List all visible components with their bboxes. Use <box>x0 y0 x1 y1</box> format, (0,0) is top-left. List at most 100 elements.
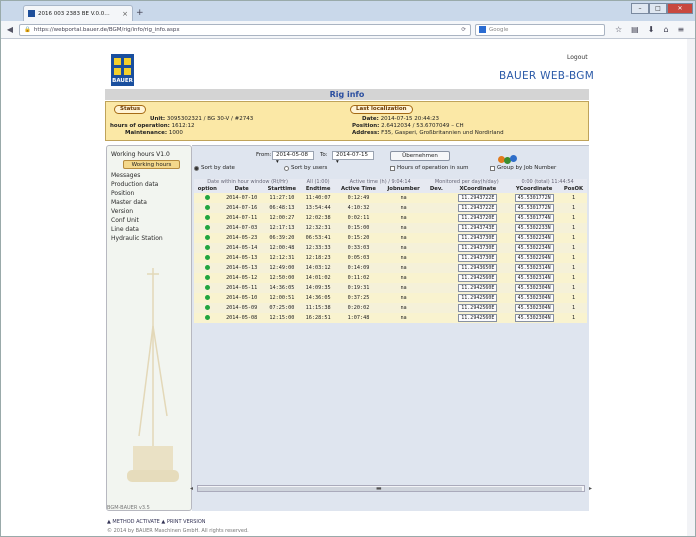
home-icon[interactable]: ⌂ <box>663 25 668 34</box>
from-date-select[interactable]: 2014-05-08 ▾ <box>272 151 314 165</box>
column-header[interactable]: Endtime <box>301 185 336 193</box>
y-coordinate-button[interactable]: 45.5301772N <box>514 204 554 212</box>
y-coordinate-button[interactable]: 45.5301772N <box>514 194 554 202</box>
table-cell: 2014-07-10 <box>220 193 263 203</box>
table-cell: 0:05:03 <box>335 253 382 263</box>
logout-link[interactable]: Logout <box>567 54 588 61</box>
sidebar-item-hydraulic-station[interactable]: Hydraulic Station <box>111 236 163 242</box>
column-header[interactable]: PosOK <box>560 185 587 193</box>
browser-tab[interactable]: 2016 003 2383 BE V.0.0… × <box>23 5 133 21</box>
column-header[interactable]: option <box>194 185 221 193</box>
table-row[interactable]: 2014-05-23 06:39:20 06:53:41 0:15:20 na 11.29… <box>194 233 587 243</box>
minimize-button[interactable]: – <box>631 3 649 14</box>
x-coordinate-button[interactable]: 11.2943720E <box>458 214 498 222</box>
y-coordinate-button[interactable]: 45.5302304N <box>514 284 554 292</box>
y-coordinate-button[interactable]: 45.5301774N <box>514 214 554 222</box>
table-row[interactable]: 2014-07-03 12:17:13 12:32:31 0:15:00 na 11.29… <box>194 223 587 233</box>
y-coordinate-button[interactable]: 45.5302233N <box>514 224 554 232</box>
column-header[interactable]: Date <box>220 185 263 193</box>
table-row[interactable]: 2014-05-13 12:12:31 12:18:23 0:05:03 na 11.29… <box>194 253 587 263</box>
footer-links[interactable]: ▲ METHOD ACTIVATE ▲ PRINT VERSION <box>107 519 206 525</box>
column-header[interactable]: XCoordinate <box>447 185 509 193</box>
y-coordinate-button[interactable]: 45.5302314N <box>514 264 554 272</box>
sidebar-item-messages[interactable]: Messages <box>111 173 163 179</box>
table-row[interactable]: 2014-05-08 12:15:00 16:28:51 1:07:48 na 11.29… <box>194 313 587 323</box>
sidebar-item-master-data[interactable]: Master data <box>111 200 163 206</box>
x-coordinate-button[interactable]: 11.2942560E <box>458 304 498 312</box>
table-row[interactable]: 2014-07-10 11:27:10 11:40:07 0:12:49 na 11.29… <box>194 193 587 203</box>
table-row[interactable]: 2014-07-11 12:00:27 12:02:38 0:02:11 na 11.29… <box>194 213 587 223</box>
y-coordinate-cell: 45.5302234N <box>508 243 561 253</box>
vertical-scrollbar[interactable] <box>687 39 695 536</box>
working-hours-button[interactable]: Working hours <box>123 160 180 169</box>
download-icon[interactable]: ⬇ <box>648 25 655 34</box>
hours-in-sum-checkbox[interactable]: Hours of operation in sum <box>390 165 469 171</box>
sidebar-item-production-data[interactable]: Production data <box>111 182 163 188</box>
x-coordinate-button[interactable]: 11.2943730E <box>458 234 498 242</box>
x-coordinate-button[interactable]: 11.2943730E <box>458 244 498 252</box>
column-header[interactable]: Active Time <box>335 185 382 193</box>
url-text: https://webportal.bauer.de/BGM/rig/info/… <box>33 26 180 33</box>
table-row[interactable]: 2014-05-09 07:25:00 11:15:38 0:20:02 na 11.29… <box>194 303 587 313</box>
y-coordinate-button[interactable]: 45.5302314N <box>514 274 554 282</box>
x-coordinate-button[interactable]: 11.2942560E <box>458 314 498 322</box>
sort-by-date-radio[interactable]: Sort by date <box>194 165 235 171</box>
scroll-right-icon[interactable]: ▸ <box>589 485 592 492</box>
column-header[interactable]: Starttime <box>262 185 302 193</box>
table-cell: na <box>381 223 426 233</box>
tab-close-icon[interactable]: × <box>122 10 128 18</box>
address-bar[interactable]: 🔒 https://webportal.bauer.de/BGM/rig/inf… <box>19 23 471 36</box>
y-coordinate-button[interactable]: 45.5302304N <box>514 304 554 312</box>
table-row[interactable]: 2014-05-13 12:49:00 14:03:12 0:14:09 na 11.29… <box>194 263 587 273</box>
x-coordinate-button[interactable]: 11.2942560E <box>458 274 498 282</box>
x-coordinate-button[interactable]: 11.2943722E <box>458 194 498 202</box>
clipboard-icon[interactable]: ▤ <box>631 25 639 34</box>
new-tab-button[interactable]: + <box>136 8 144 18</box>
scroll-thumb[interactable] <box>198 487 582 491</box>
table-cell <box>425 213 448 223</box>
column-header[interactable]: Dev. <box>425 185 448 193</box>
table-cell: 1 <box>560 243 587 253</box>
x-coordinate-button[interactable]: 11.2942560E <box>458 294 498 302</box>
group-by-job-checkbox[interactable]: Group by Job Number <box>490 165 556 171</box>
y-coordinate-button[interactable]: 45.5302234N <box>514 234 554 242</box>
sidebar-item-version[interactable]: Version <box>111 209 163 215</box>
horizontal-scrollbar[interactable]: ◂ ▬ ▸ <box>190 485 592 492</box>
sidebar-item-position[interactable]: Position <box>111 191 163 197</box>
table-row[interactable]: 2014-05-10 12:00:51 14:36:05 0:37:25 na 11.29… <box>194 293 587 303</box>
submit-button[interactable]: Übernehmen <box>390 151 450 161</box>
gear-icon[interactable] <box>498 155 520 164</box>
y-coordinate-button[interactable]: 45.5302294N <box>514 254 554 262</box>
table-row[interactable]: 2014-05-14 12:00:48 12:33:33 0:33:03 na 11.29… <box>194 243 587 253</box>
table-row[interactable]: 2014-05-12 12:50:00 14:01:02 0:11:02 na 11.29… <box>194 273 587 283</box>
back-icon[interactable]: ◀ <box>5 25 15 34</box>
maximize-button[interactable]: □ <box>649 3 667 14</box>
unit-field: Unit: 3095302321 / BG 30-V / #2743 <box>150 116 254 122</box>
scroll-left-icon[interactable]: ◂ <box>190 485 193 492</box>
x-coordinate-button[interactable]: 11.2942560E <box>458 284 498 292</box>
close-window-button[interactable]: ✕ <box>667 3 693 14</box>
table-row[interactable]: 2014-07-16 06:48:13 13:54:44 4:10:32 na 11.29… <box>194 203 587 213</box>
table-cell: 0:12:49 <box>335 193 382 203</box>
x-coordinate-button[interactable]: 11.2943730E <box>458 254 498 262</box>
menu-icon[interactable]: ≡ <box>678 25 685 34</box>
x-coordinate-button[interactable]: 11.2943743E <box>458 224 498 232</box>
y-coordinate-button[interactable]: 45.5302304N <box>514 314 554 322</box>
table-cell: na <box>381 233 426 243</box>
y-coordinate-button[interactable]: 45.5302304N <box>514 294 554 302</box>
x-coordinate-button[interactable]: 11.2943650E <box>458 264 498 272</box>
star-icon[interactable]: ☆ <box>615 25 622 34</box>
reload-icon[interactable]: ⟳ <box>461 27 466 33</box>
to-date-select[interactable]: 2014-07-15 ▾ <box>332 151 374 165</box>
sort-by-users-radio[interactable]: Sort by users <box>284 165 327 171</box>
sidebar-item-line-data[interactable]: Line data <box>111 227 163 233</box>
table-cell: 0:15:20 <box>335 233 382 243</box>
sidebar-item-conf-unit[interactable]: Conf Unit <box>111 218 163 224</box>
y-coordinate-button[interactable]: 45.5302234N <box>514 244 554 252</box>
column-header[interactable]: Jobnumber <box>381 185 426 193</box>
table-row[interactable]: 2014-05-11 14:36:05 14:09:35 0:19:31 na 11.29… <box>194 283 587 293</box>
search-input[interactable]: Google <box>475 23 605 36</box>
navigation-bar: ◀ 🔒 https://webportal.bauer.de/BGM/rig/i… <box>1 21 695 39</box>
x-coordinate-button[interactable]: 11.2943722E <box>458 204 498 212</box>
column-header[interactable]: YCoordinate <box>508 185 561 193</box>
